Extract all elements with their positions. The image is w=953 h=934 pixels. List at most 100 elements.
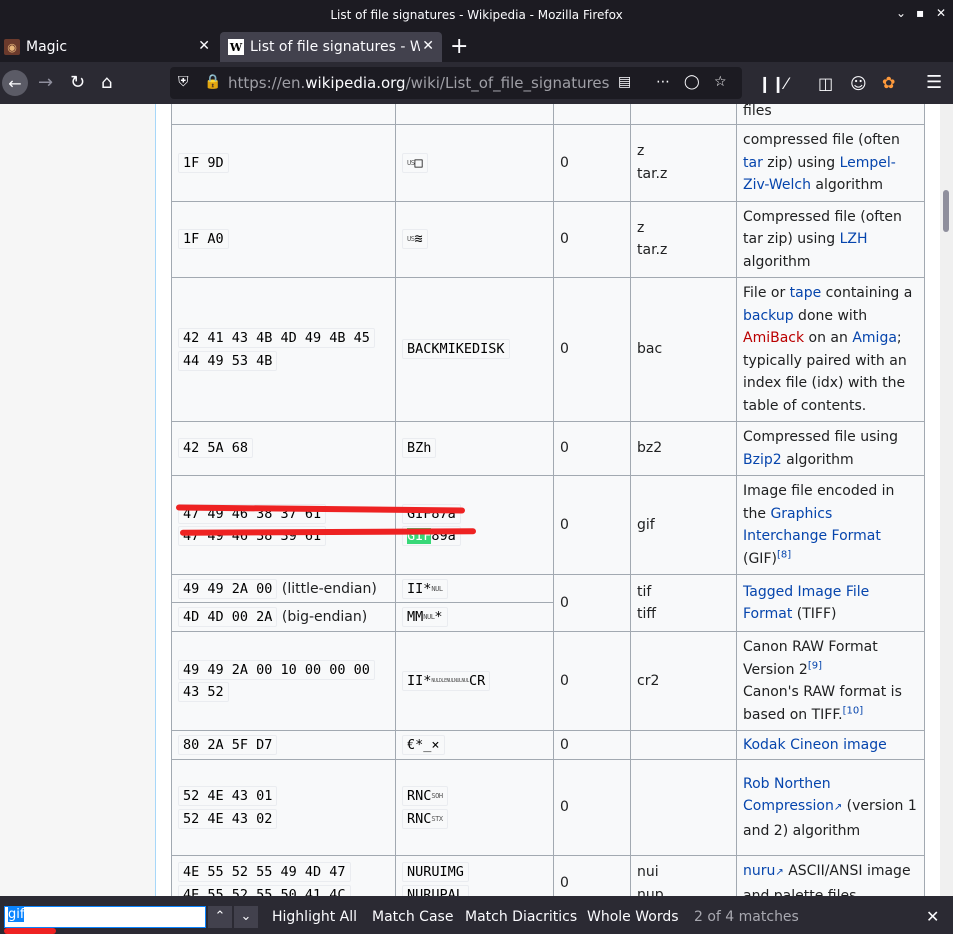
hex-cell: 47 49 46 38 37 61 47 49 46 38 39 61 (171, 475, 396, 575)
find-query-text: gif (8, 907, 25, 922)
amiga-link[interactable]: Amiga (852, 330, 897, 346)
account-icon[interactable]: ☺ (850, 74, 867, 93)
iso-cell: €*_× (395, 730, 554, 760)
tab-label: List of file signatures - W (250, 39, 420, 55)
hex-signature: 52 4E 43 01 (178, 786, 278, 806)
description-cell: Rob Northen Compression↗ (version 1 and … (736, 759, 925, 856)
sidebar-icon[interactable]: ◫ (818, 74, 833, 93)
table-row: 80 2A 5F D7 €*_× 0 Kodak Cineon image (171, 730, 925, 760)
close-find-bar-icon[interactable]: ✕ (926, 907, 939, 926)
desc-text: File or (743, 285, 790, 301)
hex-signature: 1F 9D (178, 152, 229, 173)
amiback-link[interactable]: AmiBack (743, 330, 804, 346)
cineon-link[interactable]: Kodak Cineon image (743, 737, 887, 753)
lock-icon[interactable]: 🔒 (204, 74, 221, 90)
table-cell (395, 104, 554, 125)
tab-magic[interactable]: ◉ Magic ✕ (0, 32, 218, 62)
iso-representation: RNCSTX (402, 808, 448, 829)
file-signatures-table: files 1F 9D US□ 0 z tar.z compressed file… (171, 104, 925, 896)
endianness-note: (big-endian) (281, 609, 368, 625)
library-icon[interactable]: ❙❙⁄ (758, 74, 787, 93)
reference-link[interactable]: [10] (843, 705, 864, 716)
nuru-link[interactable]: nuru (743, 863, 775, 879)
description-fragment: files (743, 104, 772, 119)
desc-text: Canon RAW Format Version 2 (743, 639, 878, 678)
tab-wikipedia[interactable]: W List of file signatures - W ✕ (220, 32, 442, 62)
hex-cell: 80 2A 5F D7 (171, 730, 396, 760)
iso-text: II* (407, 672, 432, 689)
extension: z (637, 143, 645, 160)
find-input[interactable]: gif (4, 906, 206, 928)
menu-hamburger-icon[interactable]: ☰ (926, 72, 942, 93)
desc-text: algorithm (743, 253, 811, 270)
pocket-icon[interactable]: ◯ (684, 74, 700, 90)
offset-cell: 0 (553, 475, 631, 575)
close-tab-icon[interactable]: ✕ (422, 38, 434, 54)
home-icon[interactable]: ⌂ (101, 72, 112, 93)
table-row: 49 49 2A 00 (little-endian) II*NUL 0 tif… (171, 574, 925, 632)
desc-text: on an (804, 330, 853, 346)
reference-link[interactable]: [9] (808, 660, 822, 671)
bzip2-link[interactable]: Bzip2 (743, 452, 782, 468)
iso-representation: €*_× (402, 735, 445, 755)
bookmark-star-icon[interactable]: ☆ (714, 74, 727, 90)
desc-text: (GIF) (743, 550, 777, 567)
description-cell: File or tape containing a backup done wi… (736, 277, 925, 422)
desc-text: done with (793, 307, 868, 324)
highlight-all-option[interactable]: Highlight All (272, 909, 357, 925)
hex-cell: 1F 9D (171, 124, 396, 202)
description-cell: Compressed file (often tar zip) using LZ… (736, 200, 925, 278)
control-glyph: STX (431, 814, 443, 823)
match-diacritics-option[interactable]: Match Diacritics (465, 909, 577, 925)
match-case-option[interactable]: Match Case (372, 909, 453, 925)
close-tab-icon[interactable]: ✕ (198, 38, 210, 54)
forward-arrow-icon[interactable]: → (38, 72, 53, 93)
lzh-link[interactable]: LZH (840, 231, 868, 247)
tar-link[interactable]: tar (743, 155, 763, 171)
whole-words-option[interactable]: Whole Words (587, 909, 679, 925)
close-window-button[interactable]: ✕ (936, 6, 946, 20)
iso-cell: RNCSOH RNCSTX (395, 759, 554, 856)
offset-cell: 0 (553, 730, 631, 760)
back-arrow-icon[interactable]: ← (2, 70, 28, 96)
extension-icon[interactable]: ✿ (882, 73, 895, 92)
url-domain: wikipedia.org (305, 74, 406, 92)
tape-link[interactable]: tape (790, 285, 822, 301)
find-next-button[interactable]: ⌄ (234, 906, 258, 928)
iso-cell: BZh (395, 421, 554, 476)
new-tab-button[interactable]: + (450, 34, 468, 59)
backup-link[interactable]: backup (743, 308, 794, 324)
extension: z (637, 219, 645, 236)
iso-representation: NURUPAL (402, 884, 469, 896)
iso-text: II* (407, 580, 432, 597)
url-path: /wiki/List_of_file_signatures (405, 74, 610, 92)
table-cell (171, 104, 396, 125)
address-bar[interactable]: ⛨ 🔒 https://en.wikipedia.org/wiki/List_o… (170, 67, 742, 99)
hex-cell: 42 41 43 4B 4D 49 4B 45 44 49 53 4B (171, 277, 396, 422)
iso-representation: US□ (402, 152, 428, 173)
reader-view-icon[interactable]: ▤ (618, 74, 631, 90)
extension-cell: bz2 (630, 421, 737, 476)
extension: tif (637, 583, 652, 600)
control-glyph: NUL (431, 584, 443, 593)
offset-cell: 0 (553, 277, 631, 422)
page-actions-icon[interactable]: ⋯ (656, 74, 670, 90)
reload-icon[interactable]: ↻ (70, 72, 85, 93)
scrollbar-thumb[interactable] (943, 190, 949, 232)
iso-representation: II*NULDLENULNULNULCR (402, 670, 491, 691)
find-previous-button[interactable]: ⌃ (208, 906, 232, 928)
maximize-button[interactable]: ▪ (916, 6, 924, 20)
shield-icon[interactable]: ⛨ (178, 74, 189, 90)
iso-representation: RNCSOH (402, 786, 448, 806)
annotation-underline (4, 928, 56, 934)
url-prefix: https://en. (228, 74, 306, 92)
minimize-button[interactable]: ⌄ (896, 6, 906, 20)
navigation-toolbar: ← → ↻ ⌂ ⛨ 🔒 https://en.wikipedia.org/wik… (0, 62, 953, 104)
window-title: List of file signatures - Wikipedia - Mo… (330, 8, 623, 22)
description-cell: nuru↗ ASCII/ANSI image and palette files (736, 855, 925, 896)
reference-link[interactable]: [8] (777, 549, 791, 560)
rob-northen-link[interactable]: Rob Northen Compression (743, 776, 834, 815)
url-text[interactable]: https://en.wikipedia.org/wiki/List_of_fi… (228, 74, 609, 92)
hex-signature: 4E 55 52 55 50 41 4C (178, 884, 351, 896)
extension-cell: nui nup (630, 855, 737, 896)
